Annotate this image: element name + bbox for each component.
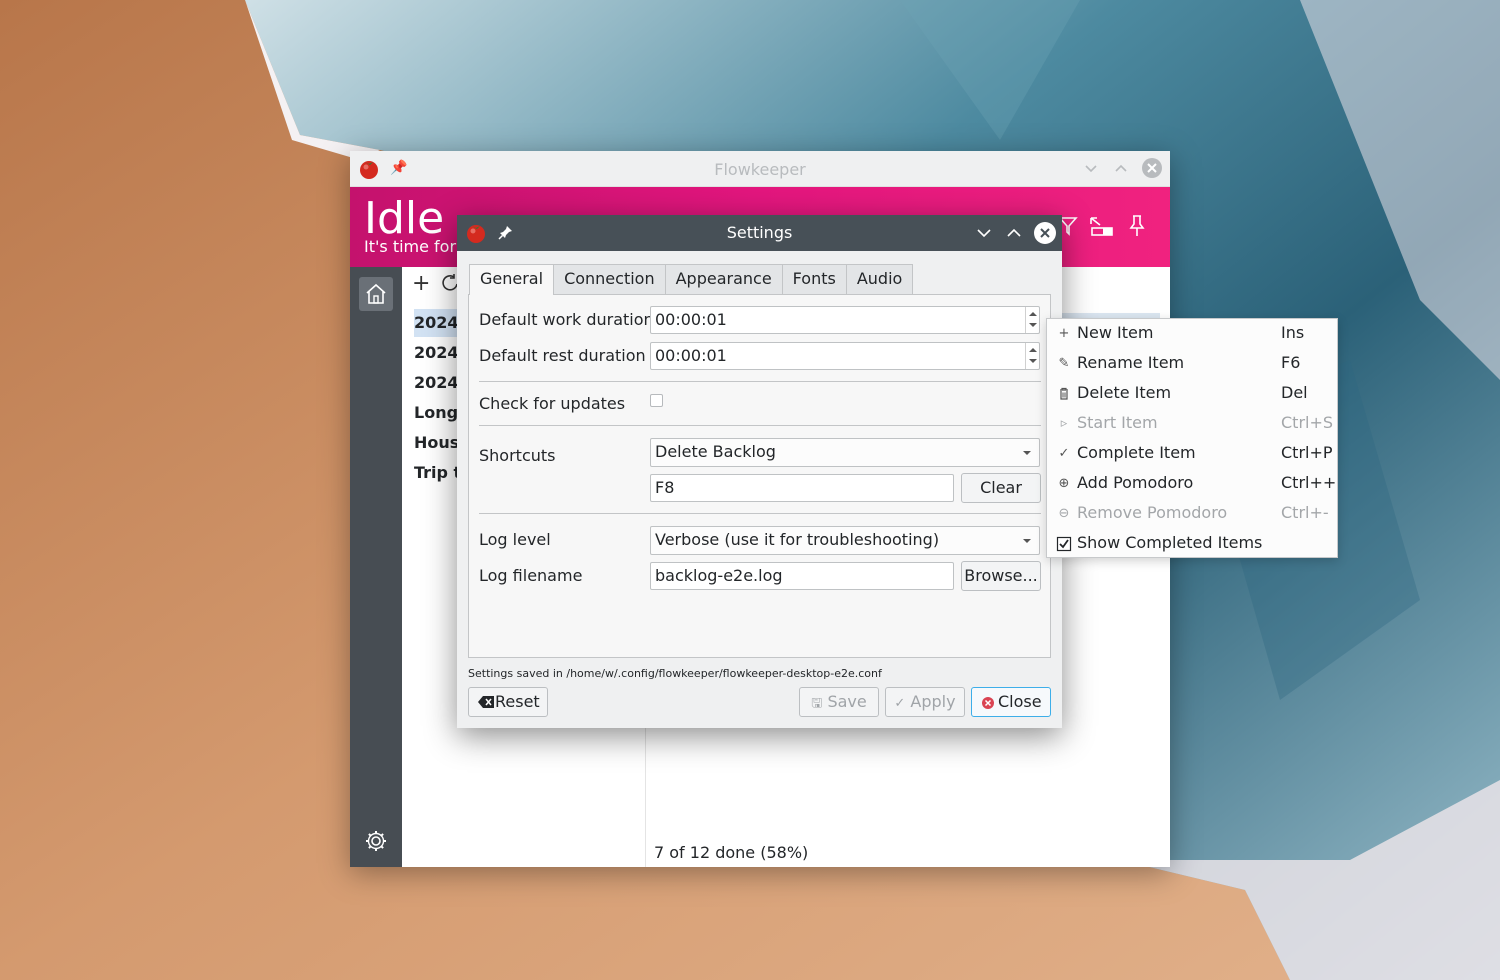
shortcuts-label: Shortcuts (479, 446, 556, 465)
settings-titlebar[interactable]: Settings (457, 215, 1062, 251)
menu-item-shortcut: Del (1281, 383, 1308, 402)
rest-duration-value: 00:00:01 (655, 346, 727, 365)
menu-item-label: New Item (1077, 323, 1154, 342)
log-level-value: Verbose (use it for troubleshooting) (655, 530, 940, 549)
work-duration-spinbox[interactable]: 00:00:01 (650, 306, 1040, 334)
close-window-icon[interactable] (1141, 157, 1163, 179)
check-icon: ✓ (894, 696, 906, 711)
menu-item-label: Add Pomodoro (1077, 473, 1194, 492)
rest-duration-stepper[interactable] (1025, 343, 1039, 369)
backspace-icon (478, 696, 494, 708)
settings-saved-path: Settings saved in /home/w/.config/flowke… (468, 667, 882, 680)
clear-shortcut-button[interactable]: Clear (961, 473, 1041, 503)
close-dialog-icon[interactable] (1033, 221, 1057, 245)
apply-label: Apply (910, 692, 956, 711)
log-filename-input[interactable]: backlog-e2e.log (650, 562, 954, 590)
trash-icon (1060, 387, 1068, 400)
check-updates-label: Check for updates (479, 394, 626, 413)
menu-item-label: Show Completed Items (1077, 533, 1263, 552)
log-filename-value: backlog-e2e.log (655, 566, 783, 585)
progress-summary: 7 of 12 done (58%) (654, 843, 809, 862)
menu-item-show-completed[interactable]: Show Completed Items (1047, 529, 1337, 559)
settings-gear-icon[interactable] (364, 829, 388, 853)
work-duration-stepper[interactable] (1025, 307, 1039, 333)
apply-button[interactable]: ✓ Apply (885, 687, 965, 717)
plus-icon: + (1058, 326, 1070, 341)
menu-item-shortcut: Ctrl++ (1281, 473, 1337, 492)
home-button[interactable] (359, 277, 393, 311)
pencil-icon: ✎ (1058, 356, 1070, 371)
check-updates-checkbox[interactable] (650, 394, 663, 407)
menu-item-label: Start Item (1077, 413, 1158, 432)
close-circle-icon (982, 697, 994, 709)
work-duration-value: 00:00:01 (655, 310, 727, 329)
reset-label: Reset (495, 692, 540, 711)
shortcut-key-input[interactable]: F8 (650, 474, 954, 502)
separator (479, 381, 1041, 382)
tab-general[interactable]: General (469, 264, 555, 295)
menu-item-shortcut: Ctrl+P (1281, 443, 1333, 462)
main-titlebar[interactable]: 📌 Flowkeeper (350, 151, 1170, 187)
checkbox-icon (1056, 536, 1072, 552)
menu-item-shortcut: F6 (1281, 353, 1301, 372)
menu-item-delete-item[interactable]: Delete Item Del (1047, 379, 1337, 409)
menu-item-label: Delete Item (1077, 383, 1172, 402)
menu-item-remove-pomodoro[interactable]: ⊖ Remove Pomodoro Ctrl+- (1047, 499, 1337, 529)
workitem-context-menu: + New Item Ins ✎ Rename Item F6 Delete I… (1046, 318, 1338, 558)
save-label: Save (827, 692, 867, 711)
circle-plus-icon: ⊕ (1058, 476, 1070, 491)
save-icon: 🖫 (811, 696, 823, 711)
close-label: Close (998, 692, 1042, 711)
menu-item-rename-item[interactable]: ✎ Rename Item F6 (1047, 349, 1337, 379)
rest-duration-spinbox[interactable]: 00:00:01 (650, 342, 1040, 370)
tab-audio[interactable]: Audio (845, 264, 914, 294)
browse-button[interactable]: Browse... (961, 561, 1041, 591)
minimize-icon[interactable] (976, 226, 992, 240)
menu-item-label: Rename Item (1077, 353, 1185, 372)
play-icon: ▹ (1060, 416, 1068, 431)
main-window-title: Flowkeeper (714, 160, 806, 179)
settings-dialog: Settings General Connection Appearance F… (457, 215, 1062, 728)
timer-subtitle: It's time for (364, 237, 457, 256)
left-toolbar (350, 267, 402, 867)
menu-item-new-item[interactable]: + New Item Ins (1047, 319, 1337, 349)
maximize-icon[interactable] (1006, 226, 1022, 240)
circle-minus-icon: ⊖ (1058, 506, 1070, 521)
menu-item-label: Remove Pomodoro (1077, 503, 1228, 522)
shortcut-action-value: Delete Backlog (655, 442, 776, 461)
menu-item-start-item[interactable]: ▹ Start Item Ctrl+S (1047, 409, 1337, 439)
log-filename-label: Log filename (479, 566, 583, 585)
log-level-label: Log level (479, 530, 551, 549)
minimize-icon[interactable] (1084, 162, 1098, 176)
menu-item-shortcut: Ctrl+- (1281, 503, 1329, 522)
rest-duration-label: Default rest duration (479, 346, 646, 365)
menu-item-label: Complete Item (1077, 443, 1196, 462)
save-button[interactable]: 🖫 Save (799, 687, 879, 717)
work-duration-label: Default work duration (479, 310, 654, 329)
general-settings-panel: Default work duration 00:00:01 Default r… (468, 294, 1051, 658)
home-icon (366, 283, 386, 304)
shortcut-action-dropdown[interactable]: Delete Backlog (650, 438, 1040, 467)
menu-item-add-pomodoro[interactable]: ⊕ Add Pomodoro Ctrl++ (1047, 469, 1337, 499)
check-icon: ✓ (1058, 446, 1070, 461)
focus-mode-icon[interactable] (1088, 215, 1116, 237)
menu-item-shortcut: Ctrl+S (1281, 413, 1334, 432)
reset-button[interactable]: Reset (468, 687, 548, 717)
close-button[interactable]: Close (971, 687, 1051, 717)
separator (479, 425, 1041, 426)
menu-item-shortcut: Ins (1281, 323, 1305, 342)
settings-tabs: General Connection Appearance Fonts Audi… (469, 264, 914, 295)
add-backlog-icon[interactable]: + (412, 271, 430, 296)
maximize-icon[interactable] (1114, 162, 1128, 176)
tab-appearance[interactable]: Appearance (664, 264, 783, 294)
menu-item-complete-item[interactable]: ✓ Complete Item Ctrl+P (1047, 439, 1337, 469)
tab-fonts[interactable]: Fonts (781, 264, 847, 294)
tab-connection[interactable]: Connection (553, 264, 666, 294)
settings-title: Settings (726, 223, 793, 242)
separator (479, 513, 1041, 514)
pin-window-icon[interactable] (1128, 214, 1146, 238)
shortcut-key-value: F8 (655, 478, 675, 497)
log-level-dropdown[interactable]: Verbose (use it for troubleshooting) (650, 526, 1040, 555)
